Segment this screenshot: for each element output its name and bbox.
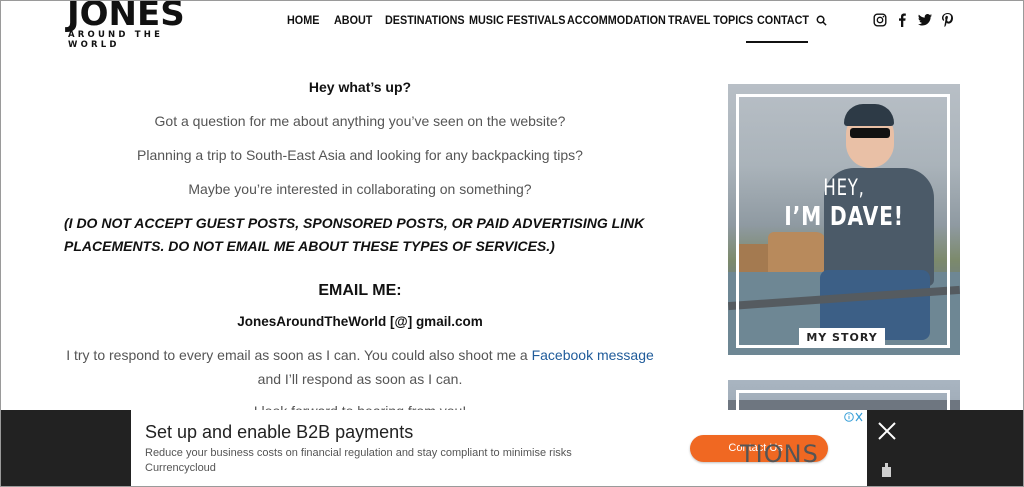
site-header: JONES AROUND THE WORLD HOME ABOUT DESTIN… [0, 0, 1024, 50]
nav-home[interactable]: HOME [287, 13, 319, 27]
nav-travel-topics[interactable]: TRAVEL TOPICS [668, 13, 753, 27]
nav-destinations[interactable]: DESTINATIONS [385, 13, 465, 27]
nav-active-indicator [746, 41, 808, 43]
twitter-icon[interactable] [918, 13, 932, 27]
disclaimer-line-1: (I DO NOT ACCEPT GUEST POSTS, SPONSORED … [64, 215, 645, 231]
greeting: Hey what’s up? [308, 79, 412, 95]
question-2: Planning a trip to South-East Asia and l… [137, 147, 583, 163]
email-heading: EMAIL ME: [318, 282, 402, 299]
pinterest-icon[interactable] [942, 13, 953, 27]
question-1: Got a question for me about anything you… [154, 113, 566, 129]
my-story-button[interactable]: MY STORY [799, 328, 885, 347]
respond-text-part: I try to respond to every email as soon … [66, 347, 532, 363]
nav-contact[interactable]: CONTACT [757, 13, 809, 27]
disclaimer-line-2: PLACEMENTS. DO NOT EMAIL ME ABOUT THESE … [64, 238, 555, 254]
logo-main-text: JONES [67, 0, 185, 34]
nav-about[interactable]: ABOUT [334, 13, 372, 27]
search-icon[interactable] [816, 15, 827, 26]
ad-description: Reduce your business costs on financial … [145, 447, 572, 459]
my-story-card[interactable]: HEY, I’M DAVE! MY STORY [728, 84, 960, 355]
instagram-icon[interactable] [873, 13, 887, 27]
disclaimer: (I DO NOT ACCEPT GUEST POSTS, SPONSORED … [64, 212, 664, 258]
email-address: JonesAroundTheWorld [@] gmail.com [237, 314, 483, 329]
card-2-text: TIONS [740, 440, 819, 468]
respond-text: I try to respond to every email as soon … [60, 347, 660, 363]
nav-accommodation[interactable]: ACCOMMODATION [567, 13, 666, 27]
facebook-message-link[interactable]: Facebook message [532, 347, 654, 363]
question-3: Maybe you’re interested in collaborating… [188, 181, 532, 197]
facebook-icon[interactable] [897, 13, 907, 27]
respond-text-2: and I’ll respond as soon as I can. [257, 371, 463, 387]
logo-sub-text: AROUND THE WORLD [68, 30, 164, 50]
card-hey-text: HEY, [823, 176, 865, 201]
ad-advertiser: Currencycloud [145, 462, 216, 474]
card-name-text: I’M DAVE! [784, 202, 904, 232]
site-logo[interactable]: JONES AROUND THE WORLD [67, 0, 201, 50]
ad-title[interactable]: Set up and enable B2B payments [145, 422, 413, 443]
ad-side-icon [879, 459, 895, 479]
ad-close-icon[interactable] [877, 421, 897, 441]
nav-music-festivals[interactable]: MUSIC FESTIVALS [469, 13, 565, 27]
ad-info-icon[interactable] [844, 411, 864, 423]
